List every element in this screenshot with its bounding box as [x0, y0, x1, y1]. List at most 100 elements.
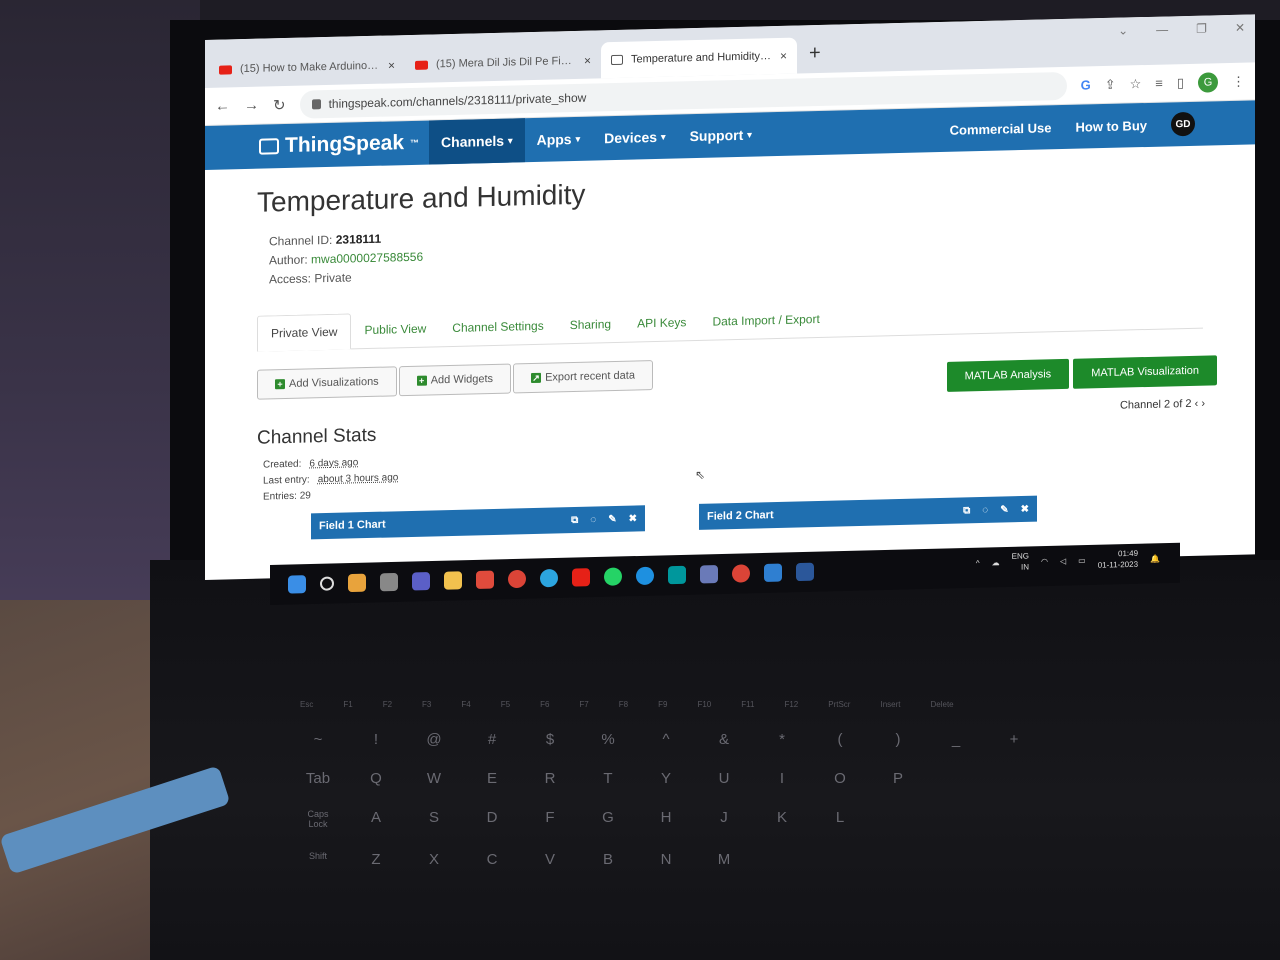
cloud-icon[interactable]: ☁	[992, 558, 1000, 567]
tab-channel-settings[interactable]: Channel Settings	[439, 308, 556, 346]
tool-icon[interactable]	[764, 563, 782, 582]
close-icon[interactable]: ✖	[1021, 503, 1029, 514]
windows-start-icon[interactable]	[288, 575, 306, 594]
chevron-up-icon[interactable]: ^	[976, 558, 980, 567]
maximize-icon[interactable]: ❐	[1196, 22, 1207, 36]
pencil-icon[interactable]: ✎	[1000, 504, 1008, 515]
arduino-icon[interactable]	[668, 565, 686, 585]
caret-down-icon: ▾	[575, 133, 581, 144]
channel-meta: Channel ID: 2318111 Author: mwa000002758…	[257, 210, 1203, 290]
channel-tabs: Private View Public View Channel Setting…	[257, 292, 1203, 352]
chat-icon[interactable]	[412, 572, 430, 591]
media-icon[interactable]: ≡	[1155, 76, 1163, 91]
lang-code: ENG	[1011, 551, 1029, 561]
channel-pager: Channel 2 of 2 ‹ ›	[1120, 398, 1205, 412]
export-recent-data-button[interactable]: ↗ Export recent data	[513, 360, 653, 394]
tab-label: (15) How to Make Arduino All i	[240, 59, 380, 76]
menu-devices[interactable]: Devices ▾	[592, 114, 677, 160]
tab-api-keys[interactable]: API Keys	[624, 305, 699, 342]
commercial-use-link[interactable]: Commercial Use	[950, 120, 1052, 137]
page-icon	[611, 54, 623, 66]
access-value: Private	[314, 270, 352, 286]
plus-icon: +	[416, 375, 427, 386]
notification-icon[interactable]: 🔔	[1150, 554, 1160, 563]
keyboard-row-asdf: Caps Lock A S D F G H J K L	[307, 809, 845, 829]
profile-avatar[interactable]: G	[1198, 71, 1218, 93]
tab-private-view[interactable]: Private View	[257, 313, 352, 352]
entries-value: 29	[299, 490, 311, 502]
minimize-icon[interactable]: —	[1156, 22, 1168, 36]
chevron-down-icon[interactable]: ⌄	[1118, 23, 1128, 37]
external-link-icon[interactable]: ⧉	[571, 514, 578, 525]
kebab-menu-icon[interactable]: ⋮	[1232, 73, 1245, 89]
chevron-right-icon[interactable]: ›	[1201, 398, 1205, 410]
telegram-icon[interactable]	[540, 568, 558, 588]
matlab-visualization-button[interactable]: MATLAB Visualization	[1073, 355, 1217, 389]
tab-data-import-export[interactable]: Data Import / Export	[699, 302, 832, 340]
search-icon[interactable]	[320, 576, 334, 591]
new-tab-button[interactable]: +	[797, 42, 833, 74]
word-icon[interactable]	[796, 562, 814, 582]
file-explorer-icon[interactable]	[444, 571, 462, 590]
laptop-screen: (15) How to Make Arduino All i × (15) Me…	[205, 14, 1255, 580]
how-to-buy-link[interactable]: How to Buy	[1076, 117, 1148, 134]
close-icon[interactable]: ×	[584, 54, 591, 68]
close-icon[interactable]: ×	[780, 49, 787, 63]
matlab-analysis-button[interactable]: MATLAB Analysis	[946, 358, 1070, 392]
chart-controls: ⧉ ◌ ✎ ✖	[963, 503, 1029, 516]
app-icon[interactable]	[700, 565, 718, 584]
comment-icon[interactable]: ◌	[590, 514, 596, 525]
author-link[interactable]: mwa0000027588556	[311, 250, 423, 267]
channel-id-value: 2318111	[335, 231, 382, 247]
tab-sharing[interactable]: Sharing	[557, 307, 624, 344]
chrome-icon[interactable]	[508, 569, 526, 589]
back-icon[interactable]: ←	[215, 97, 230, 114]
browser-tab-2[interactable]: (15) Mera Dil Jis Dil Pe Fida Hai ×	[405, 42, 601, 83]
wifi-icon[interactable]: ◠	[1041, 556, 1048, 565]
sidebar-icon[interactable]: ▯	[1177, 75, 1184, 91]
export-icon: ↗	[531, 372, 542, 384]
whatsapp-icon[interactable]	[604, 567, 622, 586]
pencil-icon[interactable]: ✎	[608, 513, 616, 524]
language-indicator[interactable]: ENG IN	[1012, 550, 1029, 572]
battery-icon[interactable]: ▭	[1078, 556, 1086, 565]
comment-icon[interactable]: ◌	[982, 504, 988, 515]
forward-icon[interactable]: →	[244, 97, 259, 114]
edge-icon[interactable]	[636, 566, 654, 586]
reload-icon[interactable]: ↻	[273, 96, 286, 114]
widgets-icon[interactable]	[348, 573, 366, 593]
date: 01-11-2023	[1097, 559, 1139, 570]
user-avatar[interactable]: GD	[1171, 111, 1195, 137]
last-entry-label: Last entry:	[263, 474, 310, 487]
google-icon[interactable]: G	[1081, 77, 1091, 92]
store-icon[interactable]	[476, 570, 494, 589]
share-icon[interactable]: ⇪	[1105, 76, 1116, 92]
task-view-icon[interactable]	[380, 572, 398, 592]
menu-channels[interactable]: Channels ▾	[429, 118, 525, 165]
thingspeak-logo[interactable]: ThingSpeak ™	[205, 131, 429, 160]
chevron-left-icon[interactable]: ‹	[1195, 398, 1199, 410]
clock[interactable]: 01:49 01-11-2023	[1098, 548, 1138, 571]
external-link-icon[interactable]: ⧉	[963, 505, 970, 516]
menu-label: Support	[689, 126, 744, 145]
menu-label: Apps	[536, 131, 572, 148]
browser-tab-3[interactable]: Temperature and Humidity - Th ×	[601, 37, 797, 79]
chat-bubble-icon	[259, 138, 279, 155]
menu-apps[interactable]: Apps ▾	[525, 117, 593, 163]
system-tray: ^ ☁ ENG IN ◠ ◁ ▭ 01:49 01-11-2023 🔔	[976, 547, 1160, 573]
chrome-icon[interactable]	[732, 564, 750, 583]
field-2-chart-header: Field 2 Chart ⧉ ◌ ✎ ✖	[699, 495, 1037, 530]
plus-icon: +	[275, 379, 285, 390]
close-icon[interactable]: ✖	[629, 513, 637, 524]
menu-support[interactable]: Support ▾	[678, 112, 764, 158]
browser-tab-1[interactable]: (15) How to Make Arduino All i ×	[209, 47, 405, 88]
add-visualizations-button[interactable]: + Add Visualizations	[257, 366, 397, 400]
bookmark-star-icon[interactable]: ☆	[1130, 76, 1142, 92]
close-window-icon[interactable]: ✕	[1235, 21, 1245, 35]
caret-down-icon: ▾	[747, 129, 752, 140]
add-widgets-button[interactable]: + Add Widgets	[398, 363, 512, 397]
tab-public-view[interactable]: Public View	[351, 311, 439, 348]
close-icon[interactable]: ×	[388, 58, 395, 72]
volume-icon[interactable]: ◁	[1060, 556, 1066, 565]
youtube-icon[interactable]	[572, 568, 590, 587]
